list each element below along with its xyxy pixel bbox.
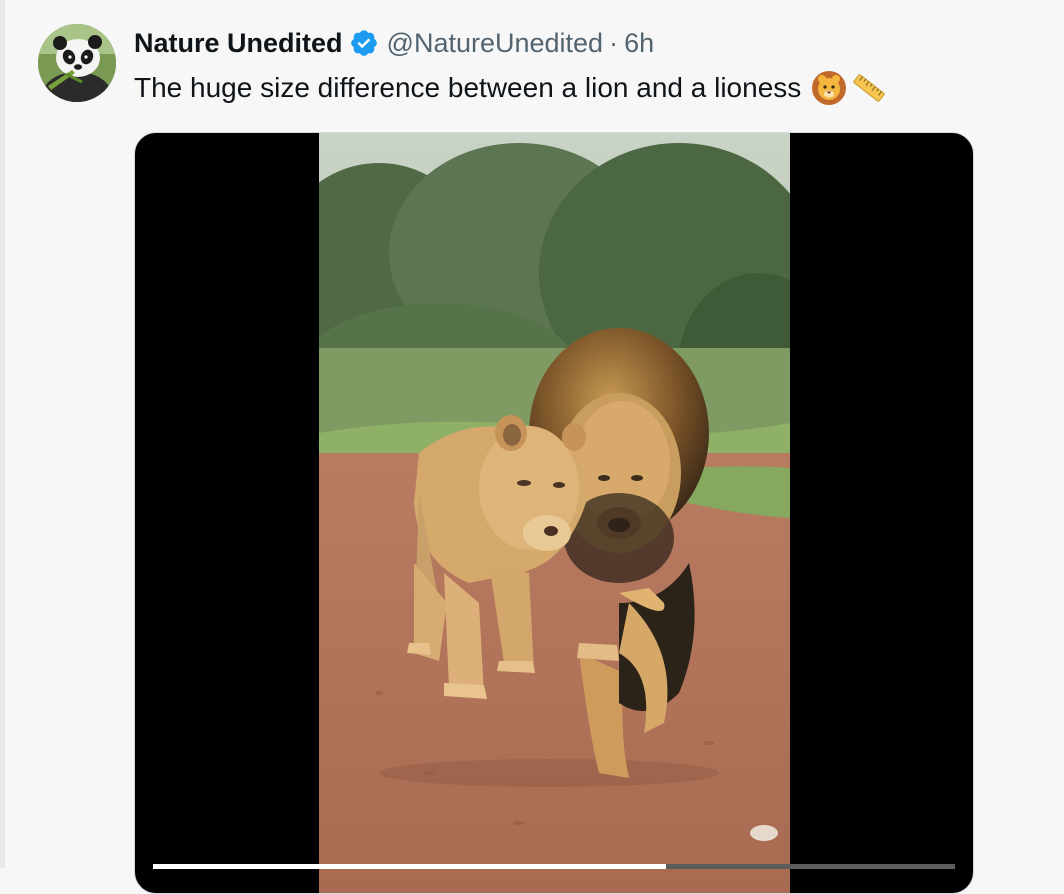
video-player[interactable] — [134, 132, 974, 894]
timestamp[interactable]: 6h — [624, 26, 654, 60]
lion-and-lioness-video-frame — [319, 133, 790, 893]
user-handle[interactable]: @NatureUnedited — [387, 26, 604, 60]
verified-badge-icon — [350, 30, 377, 56]
timeline-divider — [0, 0, 5, 868]
straight-ruler-icon — [853, 74, 885, 102]
display-name[interactable]: Nature Unedited — [134, 26, 343, 60]
video-progress-fill — [153, 864, 667, 869]
panda-icon — [38, 24, 116, 102]
tweet-text: The huge size difference between a lion … — [134, 68, 887, 108]
lion-face-icon — [812, 71, 847, 105]
video-progress-bar[interactable] — [153, 864, 955, 869]
dot-separator: · — [609, 28, 619, 58]
tweet-header: Nature Unedited @NatureUnedited · 6h — [134, 26, 654, 60]
tweet-text-body: The huge size difference between a lion … — [134, 72, 802, 103]
avatar[interactable] — [38, 24, 116, 102]
